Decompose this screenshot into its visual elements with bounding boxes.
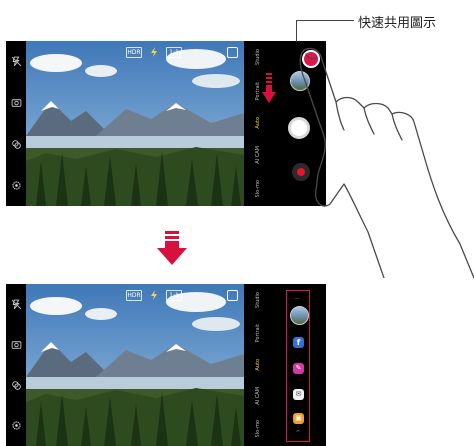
mode-studio[interactable]: Studio <box>255 49 261 65</box>
ratio-chip[interactable]: 1:1 <box>166 47 182 58</box>
camera-screen-after: HDR 1:1 Studio Portrait Auto AI CAM Slo-… <box>6 284 326 446</box>
mode-auto[interactable]: Auto <box>255 359 261 371</box>
camera-switch-icon[interactable] <box>11 97 22 108</box>
hdr-chip[interactable]: HDR <box>126 47 142 58</box>
mode-auto[interactable]: Auto <box>255 117 261 129</box>
pen-share-icon[interactable]: ✎ <box>293 363 304 374</box>
filter-icon[interactable] <box>11 139 22 150</box>
facebook-share-icon[interactable]: f <box>293 337 304 348</box>
transition-arrow-icon <box>157 231 187 265</box>
mode-list: Studio Portrait Auto AI CAM Slo-mo <box>250 284 266 446</box>
viewfinder[interactable]: HDR 1:1 <box>26 284 244 446</box>
mode-ai-cam[interactable]: AI CAM <box>255 146 261 164</box>
hand-illustration <box>299 47 474 278</box>
mode-slo-mo[interactable]: Slo-mo <box>255 420 261 437</box>
mode-menu-icon[interactable] <box>227 47 238 58</box>
gallery-thumbnail[interactable] <box>290 306 309 325</box>
mode-menu-icon[interactable] <box>227 290 238 301</box>
hdr-chip[interactable]: HDR <box>126 290 142 301</box>
camera-control-panel: Studio Portrait Auto AI CAM Slo-mo <box>244 284 326 446</box>
flash-icon[interactable] <box>150 290 158 300</box>
landscape-photo <box>26 284 244 446</box>
left-toolbar <box>6 41 26 206</box>
left-toolbar <box>6 284 26 446</box>
flash-off-icon[interactable] <box>11 56 22 67</box>
callout-line-vertical <box>296 20 297 42</box>
top-icon-row: HDR 1:1 <box>126 290 182 301</box>
camera-switch-icon[interactable] <box>11 339 22 350</box>
camera-screen-before: HDR 1:1 Studio Portrait Auto AI CAM Slo-… <box>6 41 326 206</box>
gallery-share-icon[interactable]: ▣ <box>293 413 304 424</box>
mode-list: Studio Portrait Auto AI CAM Slo-mo <box>250 41 266 206</box>
mail-share-icon[interactable]: ✉ <box>293 389 304 400</box>
landscape-photo <box>26 41 244 206</box>
mode-slo-mo[interactable]: Slo-mo <box>255 180 261 197</box>
mode-portrait[interactable]: Portrait <box>255 82 261 100</box>
quick-share-callout-label: 快速共用圖示 <box>358 16 437 31</box>
flash-off-icon[interactable] <box>11 299 22 310</box>
mode-ai-cam[interactable]: AI CAM <box>255 387 261 405</box>
settings-icon[interactable] <box>11 180 22 191</box>
viewfinder[interactable]: HDR 1:1 <box>26 41 244 206</box>
top-icon-row: HDR 1:1 <box>126 47 182 58</box>
settings-icon[interactable] <box>11 420 22 431</box>
flash-icon[interactable] <box>150 47 158 57</box>
mode-studio[interactable]: Studio <box>255 292 261 308</box>
mode-portrait[interactable]: Portrait <box>255 324 261 342</box>
ratio-chip[interactable]: 1:1 <box>166 290 182 301</box>
quick-share-panel: ... f ✎ ✉ ▣ ⌃ <box>286 290 310 442</box>
panel-more-dots[interactable]: ... <box>294 294 300 301</box>
expand-icon[interactable]: ⌃ <box>295 429 301 437</box>
swipe-down-arrow-icon <box>262 73 276 103</box>
filter-icon[interactable] <box>11 380 22 391</box>
callout-line-horizontal <box>297 20 354 21</box>
